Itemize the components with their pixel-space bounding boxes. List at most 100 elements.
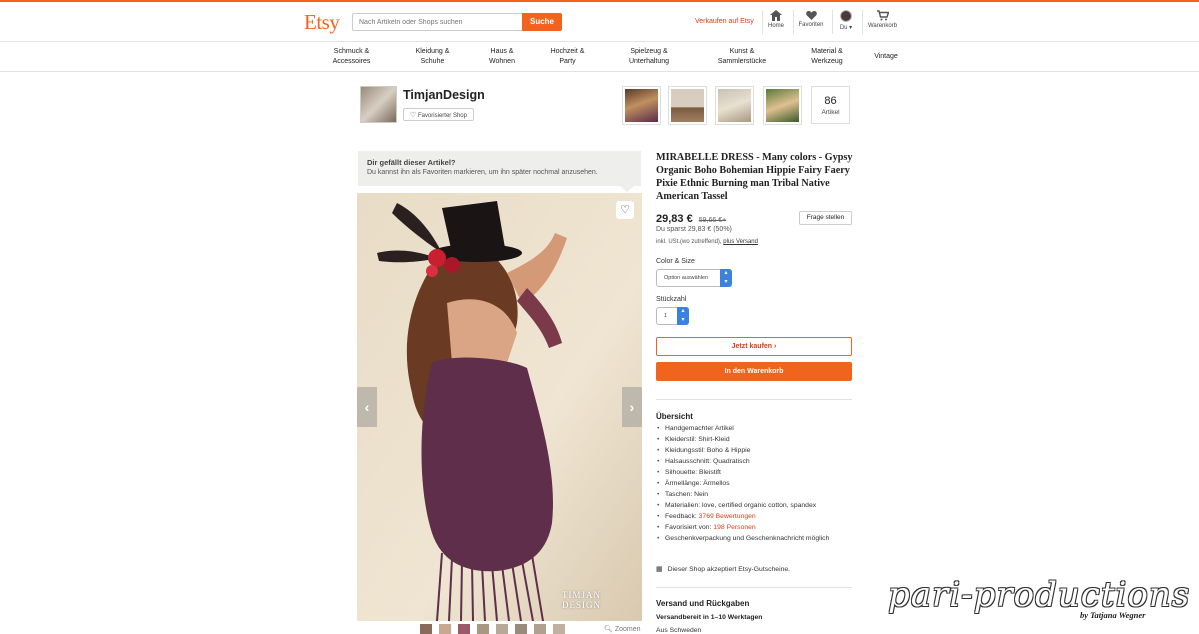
watermark-byline: by Tatjana Wegner	[1080, 610, 1146, 620]
list-item: Feedback: 3769 Bewertungen	[656, 511, 852, 522]
list-item: Kleiderstil: Shirt-Kleid	[656, 434, 852, 445]
overview-list: Handgemachter Artikel Kleiderstil: Shirt…	[656, 423, 852, 544]
list-item: Ärmellänge: Ärmellos	[656, 478, 852, 489]
favorites-nav[interactable]: Favoriten	[796, 10, 826, 28]
shop-item-thumb[interactable]	[623, 87, 660, 124]
vat-note: inkl. USt.(wo zutreffend), plus Versand	[656, 239, 758, 245]
site-header: Etsy Suche Verkaufen auf Etsy Home Favor…	[0, 2, 1199, 42]
magnifier-icon: 🔍︎	[604, 626, 613, 633]
color-size-label: Color & Size	[656, 258, 695, 265]
category-jewelry[interactable]: Schmuck & Accessoires	[329, 47, 374, 67]
shop-item-thumb[interactable]	[716, 87, 753, 124]
category-nav: Schmuck & Accessoires Kleidung & Schuhe Ha…	[0, 43, 1199, 72]
search-input[interactable]	[352, 13, 522, 31]
image-thumbnail[interactable]	[420, 624, 432, 634]
heart-icon	[805, 11, 817, 20]
category-art[interactable]: Kunst & Sammlerstücke	[714, 47, 770, 67]
shop-avatar[interactable]	[360, 86, 397, 123]
cart-icon	[876, 10, 889, 21]
divider	[656, 399, 852, 400]
image-watermark: TIMJAN DESIGN	[562, 590, 601, 610]
shipping-link[interactable]: plus Versand	[723, 239, 758, 245]
favorites-label: Favoriten	[798, 22, 824, 28]
category-wedding[interactable]: Hochzeit & Party	[545, 47, 590, 67]
quantity-select[interactable]: 1 ▴ ▾	[656, 307, 689, 325]
image-thumbnail[interactable]	[515, 624, 527, 634]
list-item: Favorisiert von: 198 Personen	[656, 522, 852, 533]
list-item: Materialien: love, certified organic cot…	[656, 500, 852, 511]
product-title: MIRABELLE DRESS - Many colors - Gypsy Or…	[656, 152, 853, 202]
select-arrows-icon: ▴ ▾	[720, 269, 732, 287]
item-count-label: Artikel	[821, 109, 840, 116]
etsy-logo[interactable]: Etsy	[304, 10, 340, 35]
item-count-number: 86	[824, 95, 837, 107]
favorite-prompt-title: Dir gefällt dieser Artikel?	[367, 158, 456, 167]
divider	[656, 587, 852, 588]
chevron-left-icon: ‹	[364, 399, 370, 415]
home-nav[interactable]: Home	[765, 10, 787, 29]
image-thumbnail[interactable]	[477, 624, 489, 634]
select-arrows-icon: ▴ ▾	[677, 307, 689, 325]
prev-image-button[interactable]: ‹	[357, 387, 377, 427]
avatar	[840, 10, 852, 22]
original-price: 59,66 €+	[698, 217, 727, 224]
favorite-shop-label: Favorisierter Shop	[417, 113, 467, 119]
add-to-cart-button[interactable]: In den Warenkorb	[656, 362, 852, 381]
favorite-shop-button[interactable]: ♡ Favorisierter Shop	[403, 108, 474, 121]
shop-item-count[interactable]: 86 Artikel	[811, 86, 850, 124]
color-size-select[interactable]: Option auswählen ▴ ▾	[656, 269, 732, 287]
overview-title: Übersicht	[656, 412, 693, 421]
list-item: Geschenkverpackung und Geschenknachricht…	[656, 533, 852, 544]
shop-name[interactable]: TimjanDesign	[403, 88, 485, 102]
product-photo-illustration	[357, 193, 642, 621]
next-image-button[interactable]: ›	[622, 387, 642, 427]
giftcard-text: Dieser Shop akzeptiert Etsy-Gutscheine.	[667, 566, 791, 573]
image-thumbnail[interactable]	[458, 624, 470, 634]
image-thumbnail[interactable]	[534, 624, 546, 634]
category-toys[interactable]: Spielzeug & Unterhaltung	[624, 47, 674, 67]
giftcard-note: ▦ Dieser Shop akzeptiert Etsy-Gutscheine.	[656, 565, 790, 573]
buy-now-button[interactable]: Jetzt kaufen ›	[656, 337, 852, 356]
list-item: Handgemachter Artikel	[656, 423, 852, 434]
shipping-title: Versand und Rückgaben	[656, 599, 750, 608]
favorited-by-link[interactable]: 198 Personen	[713, 524, 755, 531]
header-divider	[862, 10, 863, 34]
sell-on-etsy-link[interactable]: Verkaufen auf Etsy	[695, 18, 754, 25]
category-vintage[interactable]: Vintage	[870, 52, 902, 62]
category-home[interactable]: Haus & Wohnen	[482, 47, 522, 67]
image-thumbnail[interactable]	[553, 624, 565, 634]
search-button[interactable]: Suche	[522, 13, 562, 31]
shop-item-thumb[interactable]	[669, 87, 706, 124]
shipping-from: Aus Schweden	[656, 627, 702, 634]
zoom-button[interactable]: 🔍︎ Zoomen	[604, 625, 641, 633]
you-nav[interactable]: Du ▾	[836, 10, 856, 31]
cart-nav[interactable]: Warenkorb	[866, 10, 899, 29]
shop-item-thumb[interactable]	[764, 87, 801, 124]
reviews-link[interactable]: 3769 Bewertungen	[699, 513, 756, 520]
gift-icon: ▦	[656, 566, 663, 573]
heart-icon: ♡	[620, 204, 630, 216]
shipping-ready: Versandbereit in 1–10 Werktagen	[656, 614, 763, 621]
banner-pointer	[620, 186, 634, 192]
cart-label: Warenkorb	[867, 23, 898, 29]
product-image[interactable]: TIMJAN DESIGN	[357, 193, 642, 621]
category-supplies[interactable]: Material & Werkzeug	[806, 47, 848, 67]
zoom-label: Zoomen	[614, 626, 641, 633]
ask-question-button[interactable]: Frage stellen	[799, 211, 852, 225]
quantity-value: 1	[664, 313, 668, 319]
home-label: Home	[767, 23, 784, 29]
list-item: Kleidungsstil: Boho & Hippie	[656, 445, 852, 456]
header-divider	[832, 10, 833, 34]
header-divider	[793, 10, 794, 34]
color-size-value: Option auswählen	[664, 275, 709, 281]
image-thumbnail[interactable]	[439, 624, 451, 634]
product-price: 29,83 € 59,66 €+	[656, 213, 726, 225]
category-clothing[interactable]: Kleidung & Schuhe	[410, 47, 455, 67]
favorite-item-button[interactable]: ♡	[616, 201, 634, 219]
quantity-label: Stückzahl	[656, 296, 687, 303]
chevron-right-icon: ›	[629, 399, 635, 415]
image-thumbnail[interactable]	[496, 624, 508, 634]
list-item: Taschen: Nein	[656, 489, 852, 500]
list-item: Halsausschnitt: Quadratisch	[656, 456, 852, 467]
heart-icon: ♡	[410, 112, 417, 119]
